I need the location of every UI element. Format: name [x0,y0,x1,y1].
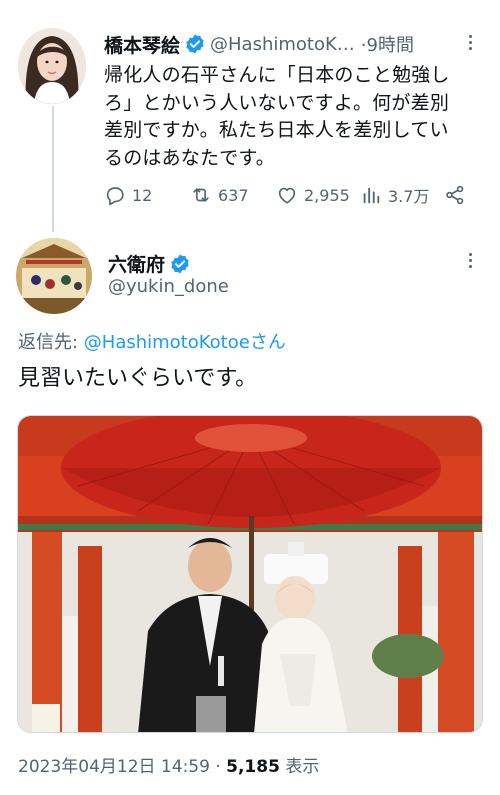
retweet-count: 637 [218,185,249,205]
reply-count: 12 [132,185,153,205]
author-name[interactable]: 六衛府 [108,250,165,277]
tweet-text-line: ろ」とかいう人いないですよ。何が差別 [104,91,450,114]
share-button[interactable] [444,180,466,210]
parent-tweet[interactable]: 橋本琴絵 @HashimotoK… ·9時間 帰化人の石平さんに「日本のこと勉強… [0,0,500,232]
avatar[interactable] [16,238,92,314]
tweet-text-line: るのはあなたです。 [104,146,275,169]
author-handle[interactable]: @yukin_done [108,276,229,297]
like-icon [278,187,296,204]
share-icon [446,185,464,205]
verified-badge-icon [169,253,191,275]
thread-connector-line [52,106,54,232]
views-count: 3.7万 [388,187,430,206]
avatar[interactable] [18,28,86,104]
like-button[interactable]: 2,955 [276,180,350,210]
tweet-text-line: 帰化人の石平さんに「日本のこと勉強し [104,64,450,86]
author-handle[interactable]: @HashimotoK… [210,34,355,55]
like-count: 2,955 [304,185,350,205]
tweet-timestamp[interactable]: 2023年04月12日 14:59 · [18,757,226,777]
view-suffix: 表示 [279,757,320,777]
tweet-header: 橋本琴絵 @HashimotoK… ·9時間 [104,30,480,58]
mention-link[interactable]: @HashimotoKotoe [84,332,250,353]
replying-prefix: 返信先: [18,332,84,353]
avatar-painting-image [16,238,92,314]
view-count: 5,185 [226,757,280,777]
tweet-actions: 12 637 2,955 3.7万 [104,180,474,210]
tweet-time[interactable]: ·9時間 [361,31,414,57]
reply-icon [106,187,124,206]
author-name[interactable]: 橋本琴絵 [104,31,180,58]
retweet-icon [193,188,209,202]
tweet-meta: 2023年04月12日 14:59 · 5,185 表示 [18,752,319,777]
tweet-text: 見習いたいぐらいです。 [18,366,258,391]
wedding-photo-image [18,416,482,732]
mention-suffix: さん [249,332,286,353]
replying-to: 返信先: @HashimotoKotoeさん [18,328,286,354]
avatar-portrait-image [18,28,86,104]
views-button[interactable]: 3.7万 [360,180,429,210]
retweet-button[interactable]: 637 [190,180,249,210]
reply-button[interactable]: 12 [104,180,152,210]
tweet-photo[interactable] [17,415,483,733]
verified-badge-icon [184,33,206,55]
views-icon [363,187,380,204]
tweet-text: 帰化人の石平さんに「日本のこと勉強し ろ」とかいう人いないですよ。何が差別 差別… [104,62,489,172]
more-icon[interactable] [460,32,480,52]
more-icon[interactable] [460,250,480,270]
tweet-text-line: 差別ですか。私たち日本人を差別してい [104,119,449,141]
reply-author[interactable]: 六衛府 [108,250,195,277]
